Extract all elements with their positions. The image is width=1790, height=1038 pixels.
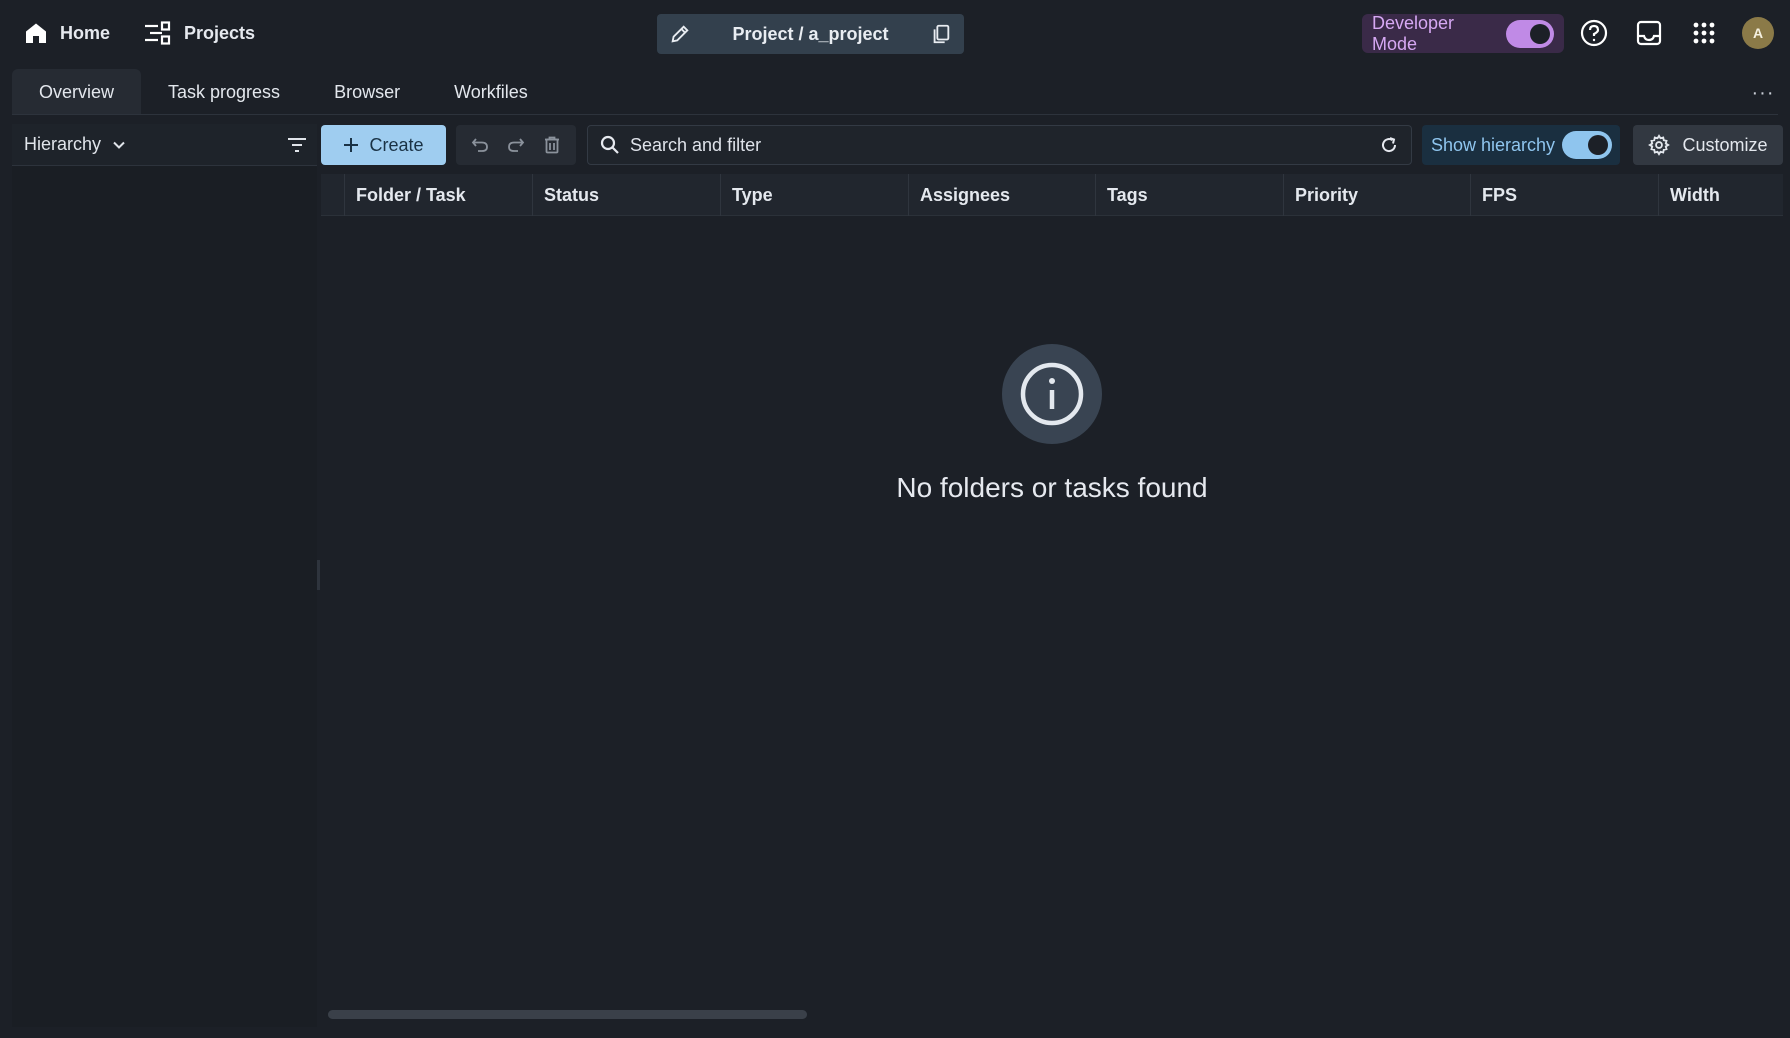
apps-grid-icon xyxy=(1693,22,1715,44)
more-options-button[interactable]: ··· xyxy=(1748,80,1778,106)
horizontal-scrollbar[interactable] xyxy=(328,1010,807,1019)
redo-button[interactable] xyxy=(502,131,530,159)
create-button[interactable]: Create xyxy=(321,125,446,165)
refresh-button[interactable] xyxy=(1379,135,1399,155)
redo-icon xyxy=(508,138,525,152)
chevron-down-icon xyxy=(113,141,125,149)
column-header-priority[interactable]: Priority xyxy=(1284,174,1471,216)
tab-browser[interactable]: Browser xyxy=(307,69,427,115)
pencil-icon xyxy=(671,25,689,43)
tab-workfiles[interactable]: Workfiles xyxy=(427,69,555,115)
home-icon xyxy=(26,23,46,43)
panel-resize-handle[interactable] xyxy=(317,560,320,590)
column-header-assignees[interactable]: Assignees xyxy=(909,174,1096,216)
hierarchy-filter-button[interactable] xyxy=(285,133,309,157)
empty-state-message: No folders or tasks found xyxy=(896,472,1208,503)
tab-divider xyxy=(12,114,1778,115)
search-filter-box xyxy=(587,125,1412,165)
empty-state: No folders or tasks found xyxy=(321,344,1783,504)
copy-path-button[interactable] xyxy=(930,23,952,45)
copy-icon xyxy=(933,24,950,44)
apps-button[interactable] xyxy=(1688,17,1720,49)
show-hierarchy-switch[interactable] xyxy=(1562,131,1612,159)
edit-project-button[interactable] xyxy=(669,23,691,45)
search-input[interactable] xyxy=(630,134,1369,156)
projects-label: Projects xyxy=(184,22,256,43)
column-header-status[interactable]: Status xyxy=(533,174,721,216)
show-hierarchy-toggle[interactable]: Show hierarchy xyxy=(1422,125,1620,165)
undo-icon xyxy=(471,138,488,152)
table-header: Folder / Task Status Type Assignees Tags… xyxy=(321,174,1783,216)
create-label: Create xyxy=(369,134,424,155)
toggle-knob xyxy=(1530,23,1550,44)
tab-task-progress[interactable]: Task progress xyxy=(141,69,307,115)
trash-icon xyxy=(545,136,559,154)
search-icon xyxy=(600,135,619,154)
column-header-fps[interactable]: FPS xyxy=(1471,174,1659,216)
row-select-gutter xyxy=(321,174,345,216)
hierarchy-panel: Hierarchy xyxy=(12,124,317,1027)
projects-button[interactable]: Projects xyxy=(144,14,255,52)
filter-icon xyxy=(288,138,306,152)
toggle-knob xyxy=(1588,135,1608,155)
info-icon xyxy=(1002,344,1102,444)
customize-label: Customize xyxy=(1682,134,1768,155)
hierarchy-panel-header: Hierarchy xyxy=(12,124,317,166)
top-bar: Home Projects Project / a_project Develo… xyxy=(0,0,1790,66)
column-header-tags[interactable]: Tags xyxy=(1096,174,1284,216)
inbox-button[interactable] xyxy=(1633,17,1665,49)
plus-icon xyxy=(344,138,359,152)
gear-icon xyxy=(1648,134,1671,156)
home-button[interactable]: Home xyxy=(24,14,110,52)
column-header-folder-task[interactable]: Folder / Task xyxy=(345,174,533,216)
project-path: Project / a_project xyxy=(732,23,889,44)
undo-button[interactable] xyxy=(466,131,494,159)
column-header-width[interactable]: Width xyxy=(1659,174,1783,216)
inbox-icon xyxy=(1636,20,1662,46)
hierarchy-view-select[interactable]: Hierarchy xyxy=(24,134,127,155)
projects-icon xyxy=(145,21,171,45)
home-label: Home xyxy=(60,22,111,43)
project-path-pill: Project / a_project xyxy=(657,14,964,54)
tab-overview[interactable]: Overview xyxy=(12,69,142,115)
developer-mode-label: Developer Mode xyxy=(1372,12,1455,54)
column-header-type[interactable]: Type xyxy=(721,174,909,216)
help-button[interactable] xyxy=(1578,17,1610,49)
history-actions xyxy=(456,125,576,165)
refresh-icon xyxy=(1382,137,1397,153)
show-hierarchy-label: Show hierarchy xyxy=(1431,134,1556,155)
overview-table: Folder / Task Status Type Assignees Tags… xyxy=(321,174,1783,1027)
developer-mode-toggle[interactable]: Developer Mode xyxy=(1362,12,1564,54)
customize-button[interactable]: Customize xyxy=(1633,125,1783,165)
delete-button[interactable] xyxy=(538,131,566,159)
hierarchy-view-label: Hierarchy xyxy=(24,134,102,154)
developer-mode-switch[interactable] xyxy=(1505,19,1554,48)
help-icon xyxy=(1580,19,1608,47)
tab-bar: Overview Task progress Browser Workfiles xyxy=(12,69,555,115)
avatar[interactable]: A xyxy=(1742,17,1774,49)
